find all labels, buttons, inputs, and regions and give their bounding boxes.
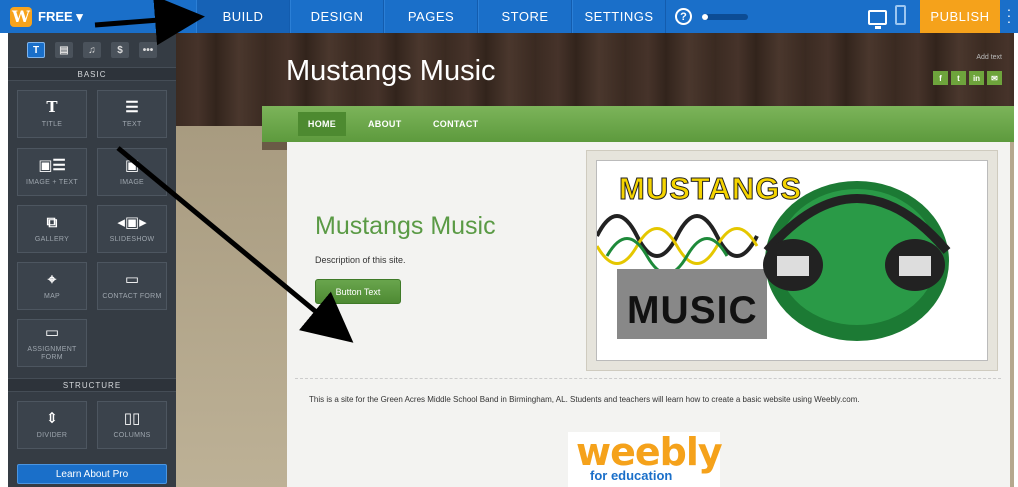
divider-icon: ⇕	[45, 409, 59, 427]
device-toggle	[868, 5, 906, 29]
element-gallery[interactable]: ⧉ GALLERY	[17, 205, 87, 253]
mobile-view-icon[interactable]	[895, 5, 906, 25]
add-text-link[interactable]: Add text	[976, 54, 1002, 61]
image-word-mustangs: MUSTANGS	[618, 171, 803, 207]
element-label: COLUMNS	[113, 432, 151, 439]
elements-sidebar: T ▤ ♫ $ ••• BASIC T TITLE ☰ TEXT ▣☰ IMAG…	[8, 33, 176, 487]
plan-menu[interactable]: W FREE ▾	[10, 0, 83, 33]
site-title[interactable]: Mustangs Music	[286, 55, 496, 88]
element-map[interactable]: ⌖ MAP	[17, 262, 87, 310]
main-tabs: BUILD DESIGN PAGES STORE SETTINGS	[196, 0, 666, 33]
element-slideshow[interactable]: ◂▣▸ SLIDESHOW	[97, 205, 167, 253]
element-assignment-form[interactable]: ▭ ASSIGNMENT FORM	[17, 319, 87, 367]
tab-settings[interactable]: SETTINGS	[572, 0, 666, 33]
structure-section-label: STRUCTURE	[8, 378, 176, 392]
site-preview-canvas: Mustangs Music Add text f t in ✉ HOME AB…	[176, 33, 1014, 487]
publish-button[interactable]: PUBLISH	[920, 0, 1000, 33]
email-icon[interactable]: ✉	[987, 71, 1002, 85]
linkedin-icon[interactable]: in	[969, 71, 984, 85]
element-label: TITLE	[41, 121, 63, 128]
image-icon: ▣	[124, 156, 140, 174]
tab-store[interactable]: STORE	[478, 0, 572, 33]
music-category-icon[interactable]: ♫	[83, 42, 101, 58]
learn-about-pro-button[interactable]: Learn About Pro	[17, 464, 167, 484]
element-label: TEXT	[122, 121, 142, 128]
mustangs-music-image: MUSTANGS MUSIC	[596, 160, 988, 361]
content-divider	[295, 378, 1001, 379]
help-area: ?	[675, 0, 748, 33]
hero-description[interactable]: Description of this site.	[315, 255, 406, 265]
element-columns[interactable]: ▯▯ COLUMNS	[97, 401, 167, 449]
twitter-icon[interactable]: t	[951, 71, 966, 85]
site-content: Mustangs Music Description of this site.…	[287, 142, 1010, 487]
element-contact-form[interactable]: ▭ CONTACT FORM	[97, 262, 167, 310]
help-icon[interactable]: ?	[675, 8, 692, 25]
slideshow-icon: ◂▣▸	[117, 213, 147, 231]
weebly-education-logo[interactable]: weebly for education	[568, 430, 723, 487]
nav-ribbon-fold	[262, 142, 287, 150]
setup-progress-bar[interactable]	[702, 13, 748, 20]
nav-about[interactable]: ABOUT	[368, 112, 402, 136]
assignment-form-icon: ▭	[44, 323, 60, 341]
element-image[interactable]: ▣ IMAGE	[97, 148, 167, 196]
element-label: ASSIGNMENT FORM	[27, 346, 77, 361]
page-background	[176, 126, 288, 487]
social-icons: f t in ✉	[933, 71, 1002, 85]
element-category-tabs: T ▤ ♫ $ •••	[8, 33, 176, 67]
element-label: IMAGE + TEXT	[26, 179, 78, 186]
more-category-icon[interactable]: •••	[139, 42, 157, 58]
element-text[interactable]: ☰ TEXT	[97, 90, 167, 138]
text-category-icon[interactable]: T	[27, 42, 45, 58]
plan-label: FREE ▾	[38, 8, 83, 24]
more-menu-icon[interactable]: · · ·	[1004, 2, 1014, 28]
element-label: CONTACT FORM	[102, 293, 162, 300]
body-paragraph[interactable]: This is a site for the Green Acres Middl…	[309, 395, 999, 404]
element-title[interactable]: T TITLE	[17, 90, 87, 138]
nav-home[interactable]: HOME	[298, 112, 346, 136]
facebook-icon[interactable]: f	[933, 71, 948, 85]
element-label: DIVIDER	[36, 432, 68, 439]
hero-image[interactable]: MUSTANGS MUSIC	[586, 150, 998, 371]
site-nav: HOME ABOUT CONTACT	[262, 106, 1014, 142]
top-toolbar: W FREE ▾ BUILD DESIGN PAGES STORE SETTIN…	[0, 0, 1018, 33]
text-lines-icon: ☰	[125, 98, 139, 116]
layout-category-icon[interactable]: ▤	[55, 42, 73, 58]
weebly-logo-icon: W	[10, 6, 32, 27]
element-label: GALLERY	[34, 236, 70, 243]
element-label: IMAGE	[119, 179, 145, 186]
gallery-icon: ⧉	[46, 213, 58, 231]
element-image-text[interactable]: ▣☰ IMAGE + TEXT	[17, 148, 87, 196]
weebly-logo-subtitle: for education	[590, 468, 673, 483]
hero-button[interactable]: Button Text	[315, 279, 401, 304]
tab-design[interactable]: DESIGN	[290, 0, 384, 33]
image-text-icon: ▣☰	[38, 156, 66, 174]
tab-build[interactable]: BUILD	[196, 0, 290, 33]
dollar-category-icon[interactable]: $	[111, 42, 129, 58]
columns-icon: ▯▯	[123, 409, 141, 427]
basic-section-label: BASIC	[8, 67, 176, 81]
image-word-music: MUSIC	[627, 289, 758, 332]
nav-contact[interactable]: CONTACT	[433, 112, 478, 136]
element-divider[interactable]: ⇕ DIVIDER	[17, 401, 87, 449]
setup-progress-fill	[702, 13, 708, 20]
map-icon: ⌖	[47, 270, 57, 288]
element-label: SLIDESHOW	[109, 236, 155, 243]
tab-pages[interactable]: PAGES	[384, 0, 478, 33]
weebly-logo-word: weebly	[576, 430, 723, 474]
contact-form-icon: ▭	[124, 270, 140, 288]
hero-title[interactable]: Mustangs Music	[315, 212, 496, 241]
element-label: MAP	[43, 293, 61, 300]
desktop-view-icon[interactable]	[868, 10, 887, 29]
title-icon: T	[46, 98, 58, 116]
